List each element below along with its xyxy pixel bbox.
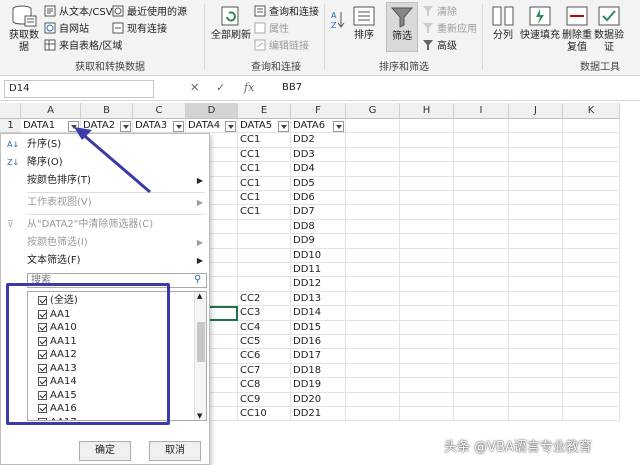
watermark-text: 头条 @VBA语言专业教育	[444, 440, 592, 455]
annotation-arrow-icon	[74, 127, 151, 194]
